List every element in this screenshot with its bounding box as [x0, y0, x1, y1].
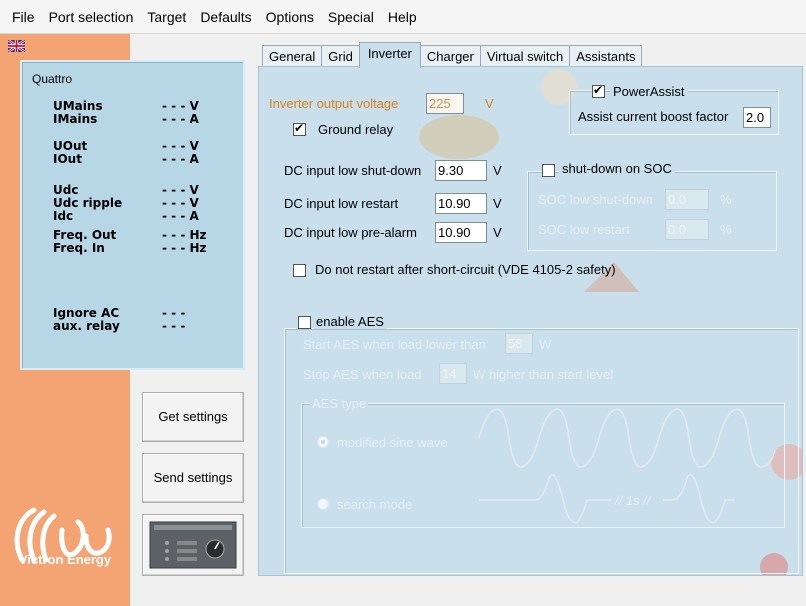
soc-group	[527, 171, 777, 251]
ground-relay-checkbox[interactable]	[293, 121, 306, 136]
soc-low-restart-unit: %	[720, 222, 732, 237]
ground-relay-label: Ground relay	[318, 122, 394, 137]
enable-aes-label: enable AES	[313, 314, 387, 329]
aes-start-field[interactable]: 58	[505, 333, 533, 354]
device-status-box: Quattro UMains - - - V IMains - - - A UO…	[20, 60, 245, 370]
stat-label: IOut	[53, 152, 82, 166]
inverter-tab-panel: Inverter output voltage 225 V Ground rel…	[258, 66, 803, 576]
dc-low-shutdown-field[interactable]: 9.30	[435, 160, 487, 181]
dc-low-shutdown-unit: V	[493, 163, 502, 178]
uk-flag-icon[interactable]	[8, 40, 25, 52]
stat-label: aux. relay	[53, 319, 120, 333]
output-voltage-unit: V	[485, 96, 494, 111]
aes-start-label: Start AES when load lower than	[303, 337, 486, 352]
stat-value: - - - A	[162, 152, 199, 166]
no-restart-checkbox[interactable]	[293, 264, 306, 277]
menu-options[interactable]: Options	[260, 9, 322, 25]
get-settings-button[interactable]: Get settings	[142, 392, 244, 442]
soc-low-shutdown-label: SOC low shut-down	[538, 192, 653, 207]
dc-low-prealarm-unit: V	[493, 225, 502, 240]
powerassist-label: PowerAssist	[610, 84, 688, 99]
control-panel-button[interactable]	[142, 514, 244, 576]
no-restart-label: Do not restart after short-circuit (VDE …	[315, 262, 616, 277]
boost-factor-label: Assist current boost factor	[578, 109, 729, 124]
search-mode-interval: // 1s //	[615, 493, 651, 508]
boost-factor-field[interactable]: 2.0	[743, 107, 771, 128]
stat-label: IMains	[53, 112, 98, 126]
menu-help[interactable]: Help	[382, 9, 425, 25]
aes-type-label: AES type	[310, 396, 369, 411]
soc-low-restart-field[interactable]: 0.0	[665, 219, 709, 240]
device-name: Quattro	[32, 72, 73, 86]
dc-low-restart-field[interactable]: 10.90	[435, 193, 487, 214]
aes-stop-field[interactable]: 14	[439, 363, 467, 384]
aes-stop-suffix: W higher than start level	[473, 367, 614, 382]
aes-start-unit: W	[539, 337, 552, 352]
soc-low-restart-label: SOC low restart	[538, 222, 630, 237]
stat-value: - - - A	[162, 112, 199, 126]
search-mode-label: search mode	[337, 497, 413, 512]
dc-low-prealarm-field[interactable]: 10.90	[435, 222, 487, 243]
aes-stop-label: Stop AES when load	[303, 367, 422, 382]
stat-value: - - - Hz	[162, 241, 207, 255]
menu-special[interactable]: Special	[322, 9, 382, 25]
brand-name: Victron Energy	[18, 552, 112, 567]
send-settings-label: Send settings	[153, 470, 233, 485]
modified-sine-waveform-icon	[478, 408, 776, 468]
dc-low-restart-unit: V	[493, 196, 502, 211]
powerassist-checkbox[interactable]	[592, 83, 605, 98]
menu-target[interactable]: Target	[141, 9, 194, 25]
stat-label: Idc	[53, 209, 74, 223]
modified-sine-radio[interactable]	[317, 436, 329, 448]
tab-inverter[interactable]: Inverter	[358, 42, 421, 68]
tab-bar: General Grid Inverter Charger Virtual sw…	[262, 42, 643, 69]
stat-value: - - -	[162, 319, 186, 333]
search-mode-radio[interactable]	[317, 498, 329, 510]
soc-low-shutdown-unit: %	[720, 192, 732, 207]
get-settings-label: Get settings	[158, 409, 228, 424]
remote-panel-icon	[149, 521, 237, 569]
soc-shutdown-label: shut-down on SOC	[559, 161, 675, 176]
stat-label: Freq. In	[53, 241, 105, 255]
dc-low-restart-label: DC input low restart	[284, 196, 399, 211]
stat-value: - - - A	[162, 209, 199, 223]
menu-file[interactable]: File	[6, 9, 43, 25]
enable-aes-checkbox[interactable]	[298, 316, 311, 329]
menu-defaults[interactable]: Defaults	[194, 9, 259, 25]
dc-low-shutdown-label: DC input low shut-down	[284, 163, 422, 178]
soc-shutdown-checkbox[interactable]	[542, 164, 555, 177]
output-voltage-field[interactable]: 225	[426, 93, 464, 114]
dc-low-prealarm-label: DC input low pre-alarm	[284, 225, 417, 240]
output-voltage-label: Inverter output voltage	[269, 96, 399, 111]
soc-low-shutdown-field[interactable]: 0.0	[665, 189, 709, 210]
modified-sine-label: modified sine wave	[337, 435, 448, 450]
send-settings-button[interactable]: Send settings	[142, 453, 244, 503]
menu-port-selection[interactable]: Port selection	[43, 9, 142, 25]
menu-bar: File Port selection Target Defaults Opti…	[0, 0, 806, 34]
